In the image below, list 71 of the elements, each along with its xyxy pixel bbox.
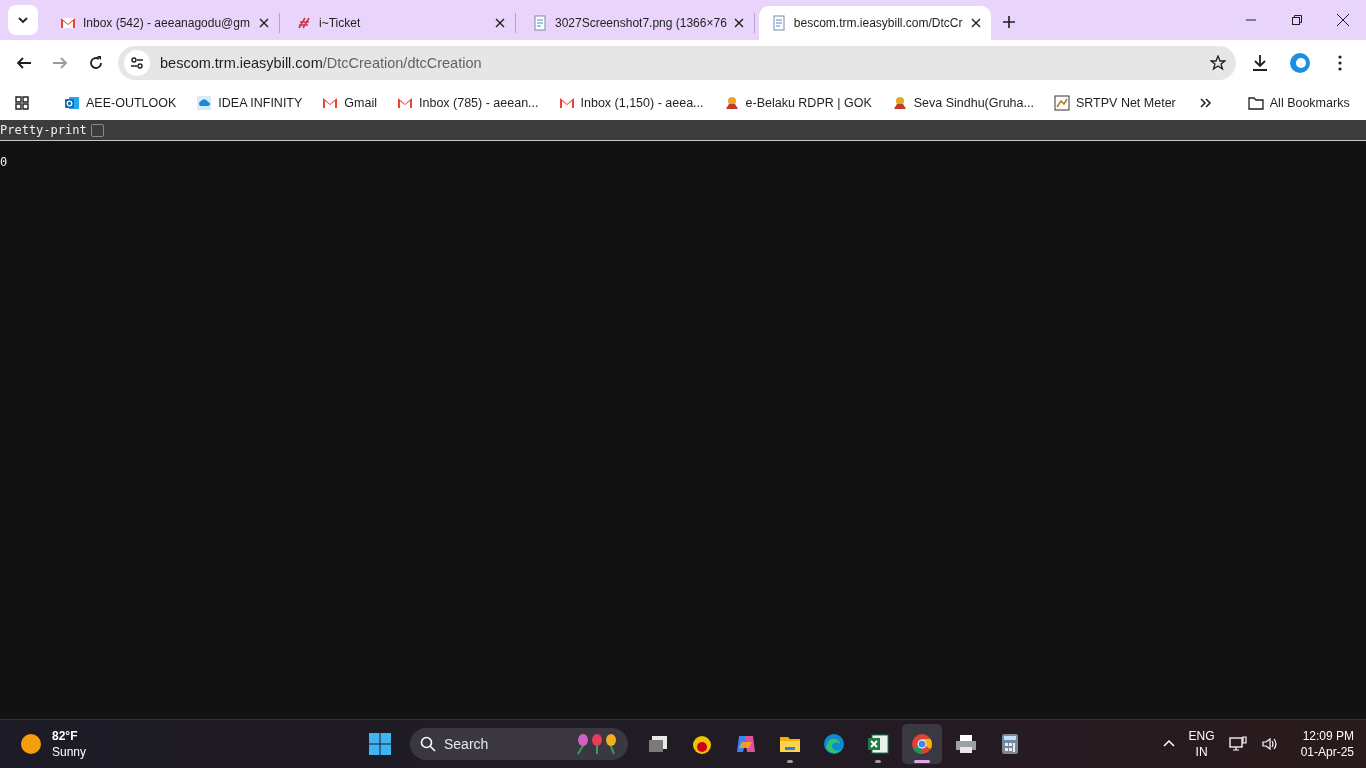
profile-icon: [1289, 52, 1311, 74]
bookmark-link[interactable]: SRTPV Net Meter: [1045, 91, 1184, 115]
tune-icon: [130, 56, 144, 70]
forward-arrow-icon: [52, 55, 68, 71]
address-bar[interactable]: bescom.trm.ieasybill.com/DtcCreation/dtcCreation: [118, 46, 1236, 80]
menu-icon: [1338, 55, 1342, 71]
bookmark-link[interactable]: Inbox (1,150) - aeea...: [550, 91, 712, 115]
close-icon: [259, 18, 269, 28]
emblem-icon: [891, 95, 908, 111]
document-icon: [532, 15, 548, 31]
network-icon: [1228, 736, 1247, 752]
chrome-icon: [910, 732, 934, 756]
back-arrow-icon: [16, 55, 32, 71]
browser-tab[interactable]: i~Ticket: [284, 13, 516, 33]
star-icon: [1210, 55, 1226, 71]
emblem-icon: [723, 95, 740, 111]
bookmark-link[interactable]: IDEA INFINITY: [188, 91, 311, 115]
document-icon: [770, 15, 787, 31]
outlook-icon: [64, 95, 80, 111]
bookmark-link[interactable]: AEE-OUTLOOK: [56, 91, 185, 115]
pretty-print-label: Pretty-print: [0, 123, 87, 137]
browser-tab[interactable]: 3027Screenshot7.png (1366×76: [520, 13, 755, 33]
chevron-down-icon: [17, 14, 29, 26]
mail-icon: [558, 95, 575, 111]
clock-date-text[interactable]: 01-Apr-25: [1300, 744, 1354, 760]
language-text[interactable]: ENG: [1188, 728, 1215, 744]
search-icon: [420, 736, 436, 752]
printer-icon: [954, 732, 978, 756]
restore-icon: [1292, 15, 1302, 25]
reload-icon: [88, 55, 104, 71]
browser-tab[interactable]: Inbox (542) - aeeanagodu@gm: [48, 13, 280, 33]
temperature-text: 82°F: [52, 728, 79, 744]
meter-icon: [1053, 95, 1070, 111]
response-text: 0: [0, 155, 9, 169]
ticket-icon: [296, 15, 312, 31]
bookmark-link[interactable]: Seva Sindhu(Gruha...: [883, 91, 1042, 115]
browser-tab[interactable]: bescom.trm.ieasybill.com/DtcCr: [758, 6, 991, 40]
running-indicator: [914, 760, 930, 763]
download-icon: [1251, 54, 1269, 72]
close-icon: [970, 18, 981, 28]
double-chevron-icon: [1199, 97, 1212, 109]
weather-condition-text: Sunny: [52, 744, 87, 760]
clock-time-text[interactable]: 12:09 PM: [1302, 728, 1354, 744]
mail-icon: [60, 15, 76, 31]
region-text[interactable]: IN: [1195, 744, 1208, 760]
spreadsheet-icon: [866, 732, 890, 756]
sun-icon: [20, 733, 42, 755]
taskbar-search-field[interactable]: Search: [410, 728, 628, 760]
pretty-print-checkbox[interactable]: [90, 123, 104, 137]
close-icon: [733, 18, 744, 28]
all-bookmarks-link[interactable]: All Bookmarks: [1239, 91, 1358, 115]
plus-icon: [1002, 16, 1015, 28]
windows-logo-icon: [368, 732, 392, 756]
grid-icon: [15, 96, 29, 110]
cloud-icon: [196, 95, 213, 111]
close-icon: [1337, 14, 1349, 26]
site-info-button[interactable]: [124, 50, 150, 76]
running-indicator: [875, 760, 881, 763]
url-text: bescom.trm.ieasybill.com/DtcCreation/dtcCreation: [160, 55, 483, 71]
bookmark-link[interactable]: Gmail: [314, 91, 385, 115]
bookmark-link[interactable]: e-Belaku RDPR | GOK: [715, 91, 880, 115]
mail-icon: [322, 95, 339, 111]
close-icon: [495, 18, 505, 28]
tab-search-button[interactable]: [8, 5, 38, 35]
folder-icon: [1247, 95, 1264, 111]
running-indicator: [787, 760, 793, 763]
mail-icon: [397, 95, 413, 111]
taskbar-app-button[interactable]: [902, 724, 942, 764]
bookmark-link[interactable]: Inbox (785) - aeean...: [389, 91, 547, 115]
edge-icon: [822, 732, 846, 756]
speaker-icon: [1260, 736, 1277, 752]
